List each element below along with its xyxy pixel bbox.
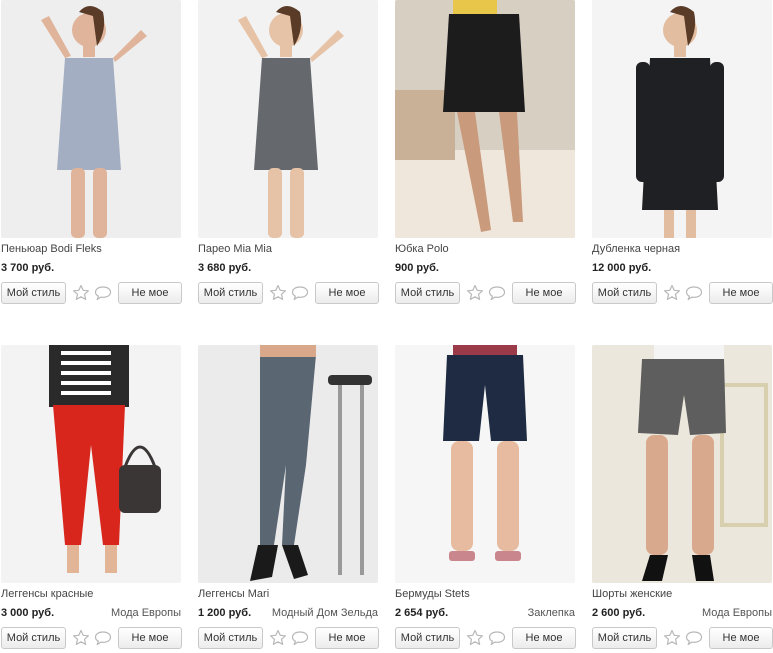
comment-icon[interactable] [94,629,112,647]
product-card: Дубленка черная 12 000 руб. Мой стиль Не мо… [592,0,773,308]
product-name[interactable]: Леггенсы Mari [198,588,269,600]
woman-in-lace-negligee-image [1,0,181,238]
comment-icon[interactable] [291,629,309,647]
my-style-button[interactable]: Мой стиль [198,627,263,649]
product-photo[interactable] [592,345,772,583]
denim-bermuda-shorts-image [395,345,575,583]
not-mine-button[interactable]: Не мое [118,627,182,649]
comment-icon[interactable] [488,284,506,302]
product-name[interactable]: Шорты женские [592,588,672,600]
product-price: 3 680 руб. [198,262,252,274]
product-photo[interactable] [395,0,575,238]
shop-name[interactable]: Модный Дом Зельда [272,607,378,619]
star-icon[interactable] [269,284,287,302]
product-photo[interactable] [198,345,378,583]
product-photo[interactable] [1,0,181,238]
product-card: Леггенсы Mari 1 200 руб. Модный Дом Зельда… [198,345,380,653]
my-style-button[interactable]: Мой стиль [395,282,460,304]
my-style-button[interactable]: Мой стиль [1,627,66,649]
product-card: Юбка Polo 900 руб. Мой стиль Не мое [395,0,577,308]
product-photo[interactable] [592,0,772,238]
product-price: 12 000 руб. [592,262,652,274]
comment-icon[interactable] [94,284,112,302]
star-icon[interactable] [466,284,484,302]
star-icon[interactable] [72,629,90,647]
my-style-button[interactable]: Мой стиль [1,282,66,304]
product-name[interactable]: Бермуды Stets [395,588,470,600]
product-name[interactable]: Юбка Polo [395,243,449,255]
product-price: 2 600 руб. [592,607,646,619]
star-icon[interactable] [72,284,90,302]
comment-icon[interactable] [291,284,309,302]
grey-tweed-shorts-image [592,345,772,583]
not-mine-button[interactable]: Не мое [512,282,576,304]
product-card: Пеньюар Bodi Fleks 3 700 руб. Мой стиль Не … [1,0,183,308]
product-name[interactable]: Парео Mia Mia [198,243,272,255]
product-photo[interactable] [395,345,575,583]
velvet-leggings-with-bar-stool-image [198,345,378,583]
my-style-button[interactable]: Мой стиль [395,627,460,649]
shop-name[interactable]: Мода Европы [111,607,181,619]
woman-in-printed-pareo-image [198,0,378,238]
star-icon[interactable] [663,284,681,302]
not-mine-button[interactable]: Не мое [315,282,379,304]
product-price: 3 000 руб. [1,607,55,619]
my-style-button[interactable]: Мой стиль [592,627,657,649]
not-mine-button[interactable]: Не мое [315,627,379,649]
product-photo[interactable] [198,0,378,238]
product-card: Парео Mia Mia 3 680 руб. Мой стиль Не мое [198,0,380,308]
product-price: 900 руб. [395,262,439,274]
not-mine-button[interactable]: Не мое [118,282,182,304]
product-name[interactable]: Пеньюар Bodi Fleks [1,243,102,255]
product-price: 1 200 руб. [198,607,252,619]
my-style-button[interactable]: Мой стиль [198,282,263,304]
product-card: Бермуды Stets 2 654 руб. Заклепка Мой стиль… [395,345,577,653]
comment-icon[interactable] [685,284,703,302]
comment-icon[interactable] [685,629,703,647]
product-card: Леггенсы красные 3 000 руб. Мода Европы Мой… [1,345,183,653]
product-price: 2 654 руб. [395,607,449,619]
product-card: Шорты женские 2 600 руб. Мода Европы Мой ст… [592,345,773,653]
woman-in-black-coat-image [592,0,772,238]
not-mine-button[interactable]: Не мое [709,627,773,649]
star-icon[interactable] [663,629,681,647]
shop-name[interactable]: Мода Европы [702,607,772,619]
not-mine-button[interactable]: Не мое [709,282,773,304]
product-photo[interactable] [1,345,181,583]
star-icon[interactable] [269,629,287,647]
my-style-button[interactable]: Мой стиль [592,282,657,304]
not-mine-button[interactable]: Не мое [512,627,576,649]
product-price: 3 700 руб. [1,262,55,274]
star-icon[interactable] [466,629,484,647]
product-name[interactable]: Дубленка черная [592,243,680,255]
red-leather-leggings-image [1,345,181,583]
product-name[interactable]: Леггенсы красные [1,588,93,600]
shop-name[interactable]: Заклепка [528,607,575,619]
black-skirt-on-legs-image [395,0,575,238]
comment-icon[interactable] [488,629,506,647]
